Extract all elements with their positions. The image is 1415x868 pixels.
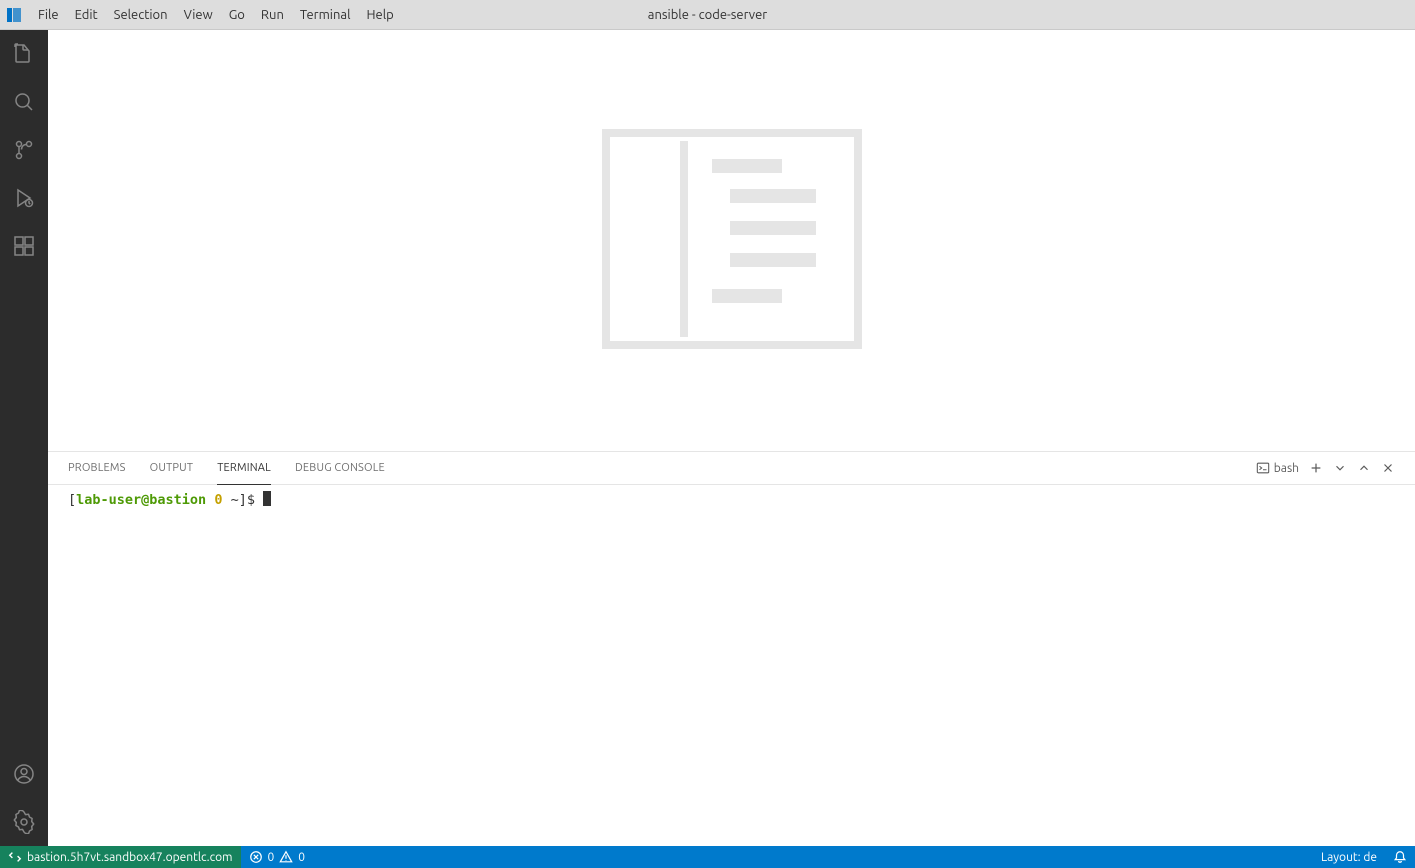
editor-column: Problems Output Terminal Debug Console b… — [48, 30, 1415, 846]
activity-explorer[interactable] — [0, 30, 48, 78]
window-title: ansible - code-server — [648, 8, 767, 22]
warnings-count: 0 — [298, 851, 305, 864]
app-icon — [6, 7, 22, 23]
menu-file[interactable]: File — [30, 0, 67, 30]
menu-edit[interactable]: Edit — [67, 0, 106, 30]
activity-source-control[interactable] — [0, 126, 48, 174]
errors-count: 0 — [268, 851, 275, 864]
chevron-up-icon — [1357, 461, 1371, 475]
activity-bar — [0, 30, 48, 846]
new-terminal-button[interactable] — [1307, 459, 1325, 477]
menu-help[interactable]: Help — [358, 0, 401, 30]
panel-tab-problems[interactable]: Problems — [68, 452, 126, 485]
chevron-down-icon — [1333, 461, 1347, 475]
terminal-body[interactable]: [lab-user@bastion 0 ~]$ — [48, 485, 1415, 846]
activity-search[interactable] — [0, 78, 48, 126]
status-notifications[interactable] — [1385, 846, 1415, 868]
remote-host-label: bastion.5h7vt.sandbox47.opentlc.com — [27, 851, 233, 864]
empty-editor-watermark — [602, 129, 862, 352]
menu-selection[interactable]: Selection — [106, 0, 176, 30]
menu-run[interactable]: Run — [253, 0, 292, 30]
status-bar: bastion.5h7vt.sandbox47.opentlc.com 0 0 … — [0, 846, 1415, 868]
editor-empty-state — [48, 30, 1415, 452]
status-keyboard-layout[interactable]: Layout: de — [1313, 846, 1385, 868]
terminal-launch-profile-dropdown[interactable] — [1331, 459, 1349, 477]
bell-icon — [1393, 850, 1407, 864]
activity-extensions[interactable] — [0, 222, 48, 270]
layout-label: Layout: de — [1321, 851, 1377, 864]
error-icon — [249, 850, 263, 864]
panel-tabs: Problems Output Terminal Debug Console b… — [48, 452, 1415, 485]
close-icon — [1381, 461, 1395, 475]
prompt-user-host: lab-user@bastion — [76, 492, 206, 508]
menu-view[interactable]: View — [176, 0, 221, 30]
main-area: Problems Output Terminal Debug Console b… — [0, 30, 1415, 846]
plus-icon — [1309, 461, 1323, 475]
panel-tab-debug-console[interactable]: Debug Console — [295, 452, 385, 485]
panel-close-button[interactable] — [1379, 459, 1397, 477]
remote-icon — [8, 850, 22, 864]
menu-terminal[interactable]: Terminal — [292, 0, 359, 30]
activity-run-debug[interactable] — [0, 174, 48, 222]
panel-tab-output[interactable]: Output — [150, 452, 194, 485]
shell-label: bash — [1274, 462, 1299, 475]
panel-actions: bash — [1254, 459, 1397, 477]
menu-bar: File Edit Selection View Go Run Terminal… — [0, 0, 1415, 30]
panel-tab-terminal[interactable]: Terminal — [217, 452, 271, 485]
terminal-cursor — [263, 491, 271, 506]
bottom-panel: Problems Output Terminal Debug Console b… — [48, 452, 1415, 846]
terminal-icon — [1256, 461, 1270, 475]
warning-icon — [279, 850, 293, 864]
terminal-shell-selector[interactable]: bash — [1254, 459, 1301, 477]
status-remote-host[interactable]: bastion.5h7vt.sandbox47.opentlc.com — [0, 846, 241, 868]
prompt-cwd: ~]$ — [222, 492, 263, 508]
activity-accounts[interactable] — [0, 750, 48, 798]
menu-go[interactable]: Go — [221, 0, 253, 30]
status-problems[interactable]: 0 0 — [241, 846, 314, 868]
panel-maximize-button[interactable] — [1355, 459, 1373, 477]
prompt-open-bracket: [ — [68, 492, 76, 508]
activity-settings[interactable] — [0, 798, 48, 846]
